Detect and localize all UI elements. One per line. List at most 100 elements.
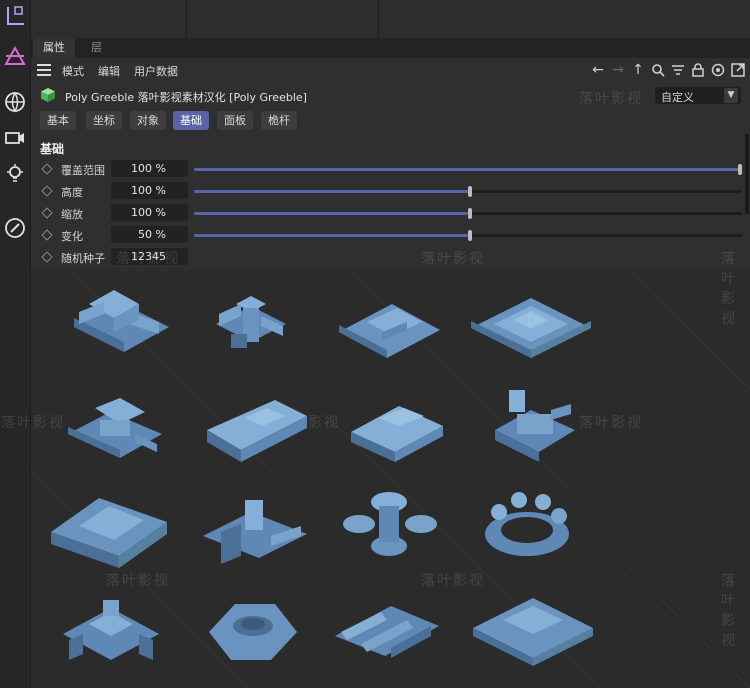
filter-icon[interactable] [670,61,686,79]
slider-knob[interactable] [738,164,742,175]
param-value-field[interactable]: 50 % [111,226,188,243]
coordinate-axis-icon[interactable] [1,2,29,30]
greeble-model [351,406,443,462]
slider-fill [194,190,468,193]
mode-dropdown-value: 自定义 [661,91,694,104]
slider-fill [194,212,468,215]
slider-knob[interactable] [468,230,472,241]
divider [186,0,187,38]
edit-pencil-icon[interactable] [1,214,29,242]
hamburger-menu-icon[interactable] [37,64,51,76]
group-button-coord[interactable]: 坐标 [86,111,122,130]
panel-tabs: 属性 层 [31,38,750,58]
param-label: 高度 [61,186,83,199]
slider-knob[interactable] [468,186,472,197]
spline-pen-icon[interactable] [1,42,29,70]
param-value-field[interactable]: 100 % [111,182,188,199]
param-value-field[interactable]: 100 % [111,160,188,177]
param-slider[interactable] [194,208,742,219]
watermark-text: 落叶影视 [579,415,643,431]
attribute-group-buttons: 基本 坐标 对象 基础 面板 桅杆 [31,108,750,134]
param-row-scale: 缩放 100 % [31,202,750,224]
top-toolbar [31,0,750,39]
camera-icon[interactable] [1,124,29,152]
param-row-height: 高度 100 % [31,180,750,202]
group-button-object[interactable]: 对象 [130,111,166,130]
group-button-basic[interactable]: 基本 [40,111,76,130]
greeble-model [207,400,307,462]
watermark-text: 落叶影视 [421,251,485,267]
param-value: 50 % [138,228,166,241]
greeble-model [343,492,437,556]
param-row-variation: 变化 50 % [31,224,750,246]
globe-icon[interactable] [1,88,29,116]
search-icon[interactable] [650,61,666,79]
watermark-text: 落叶影视 [1,415,65,431]
param-value: 100 % [131,184,166,197]
watermark-text: 落叶影视 [116,251,180,267]
arrow-right-icon[interactable]: → [610,61,626,79]
watermark-text: 落叶影视 [721,573,737,649]
mode-dropdown[interactable]: 自定义 ▼ [655,87,741,104]
group-button-mast[interactable]: 桅杆 [261,111,297,130]
param-value: 100 % [131,162,166,175]
light-bulb-icon[interactable] [1,160,29,188]
watermark-text: 落叶影视 [106,573,170,589]
scrollbar[interactable] [745,134,749,214]
watermark-text: 落叶影视 [421,573,485,589]
nav-icons: ← → ↑ [590,61,746,79]
chevron-down-icon: ▼ [724,88,738,103]
keyframe-diamond-icon[interactable] [41,229,53,241]
greeble-model [339,304,440,358]
object-name: Poly Greeble 落叶影视素材汉化 [Poly Greeble] [65,91,307,104]
menu-edit[interactable]: 编辑 [98,63,120,79]
param-label: 变化 [61,230,83,243]
param-label: 缩放 [61,208,83,221]
slider-fill [194,168,742,171]
param-slider[interactable] [194,164,742,175]
param-slider[interactable] [194,186,742,197]
greeble-model [74,290,169,352]
greeble-model [216,296,286,348]
menu-mode[interactable]: 模式 [62,63,84,79]
greeble-model [209,604,297,660]
keyframe-diamond-icon[interactable] [41,185,53,197]
slider-knob[interactable] [468,208,472,219]
greeble-model [68,398,162,458]
param-value: 100 % [131,206,166,219]
greeble-model [63,600,159,660]
menu-bar: 模式 编辑 用户数据 ← → ↑ [31,58,750,82]
tool-strip [0,0,31,688]
watermark-text: 落叶影视 [721,251,737,327]
arrow-left-icon[interactable]: ← [590,61,606,79]
poly-greeble-object-icon [41,88,55,102]
lock-icon[interactable] [690,61,706,79]
param-label: 随机种子 [61,252,105,265]
menu-user-data[interactable]: 用户数据 [134,63,178,79]
arrow-up-icon[interactable]: ↑ [630,61,646,79]
target-icon[interactable] [710,61,726,79]
tab-layers[interactable]: 层 [81,38,112,58]
greeble-model [51,498,167,568]
section-title: 基础 [40,142,65,156]
new-window-icon[interactable] [730,61,746,79]
group-button-panel[interactable]: 面板 [217,111,253,130]
divider [378,0,379,38]
keyframe-diamond-icon[interactable] [41,251,53,263]
tab-attributes[interactable]: 属性 [33,38,75,58]
group-button-base[interactable]: 基础 [173,111,209,130]
keyframe-diamond-icon[interactable] [41,163,53,175]
param-label: 覆盖范围 [61,164,105,177]
greeble-model [495,390,575,462]
param-slider[interactable] [194,230,742,241]
slider-fill [194,234,468,237]
greeble-model [471,298,591,358]
greeble-model [473,598,593,666]
param-value-field[interactable]: 100 % [111,204,188,221]
watermark-text: 落叶影视 [579,91,643,107]
greeble-preview-gallery: 落叶影视 落叶影视 落叶影视 落叶影视 落叶影视 落叶影视 落叶影视 落叶影视 … [1,91,750,688]
greeble-model [203,500,307,564]
greeble-model [335,606,439,658]
keyframe-diamond-icon[interactable] [41,207,53,219]
param-row-coverage: 覆盖范围 100 % [31,158,750,180]
